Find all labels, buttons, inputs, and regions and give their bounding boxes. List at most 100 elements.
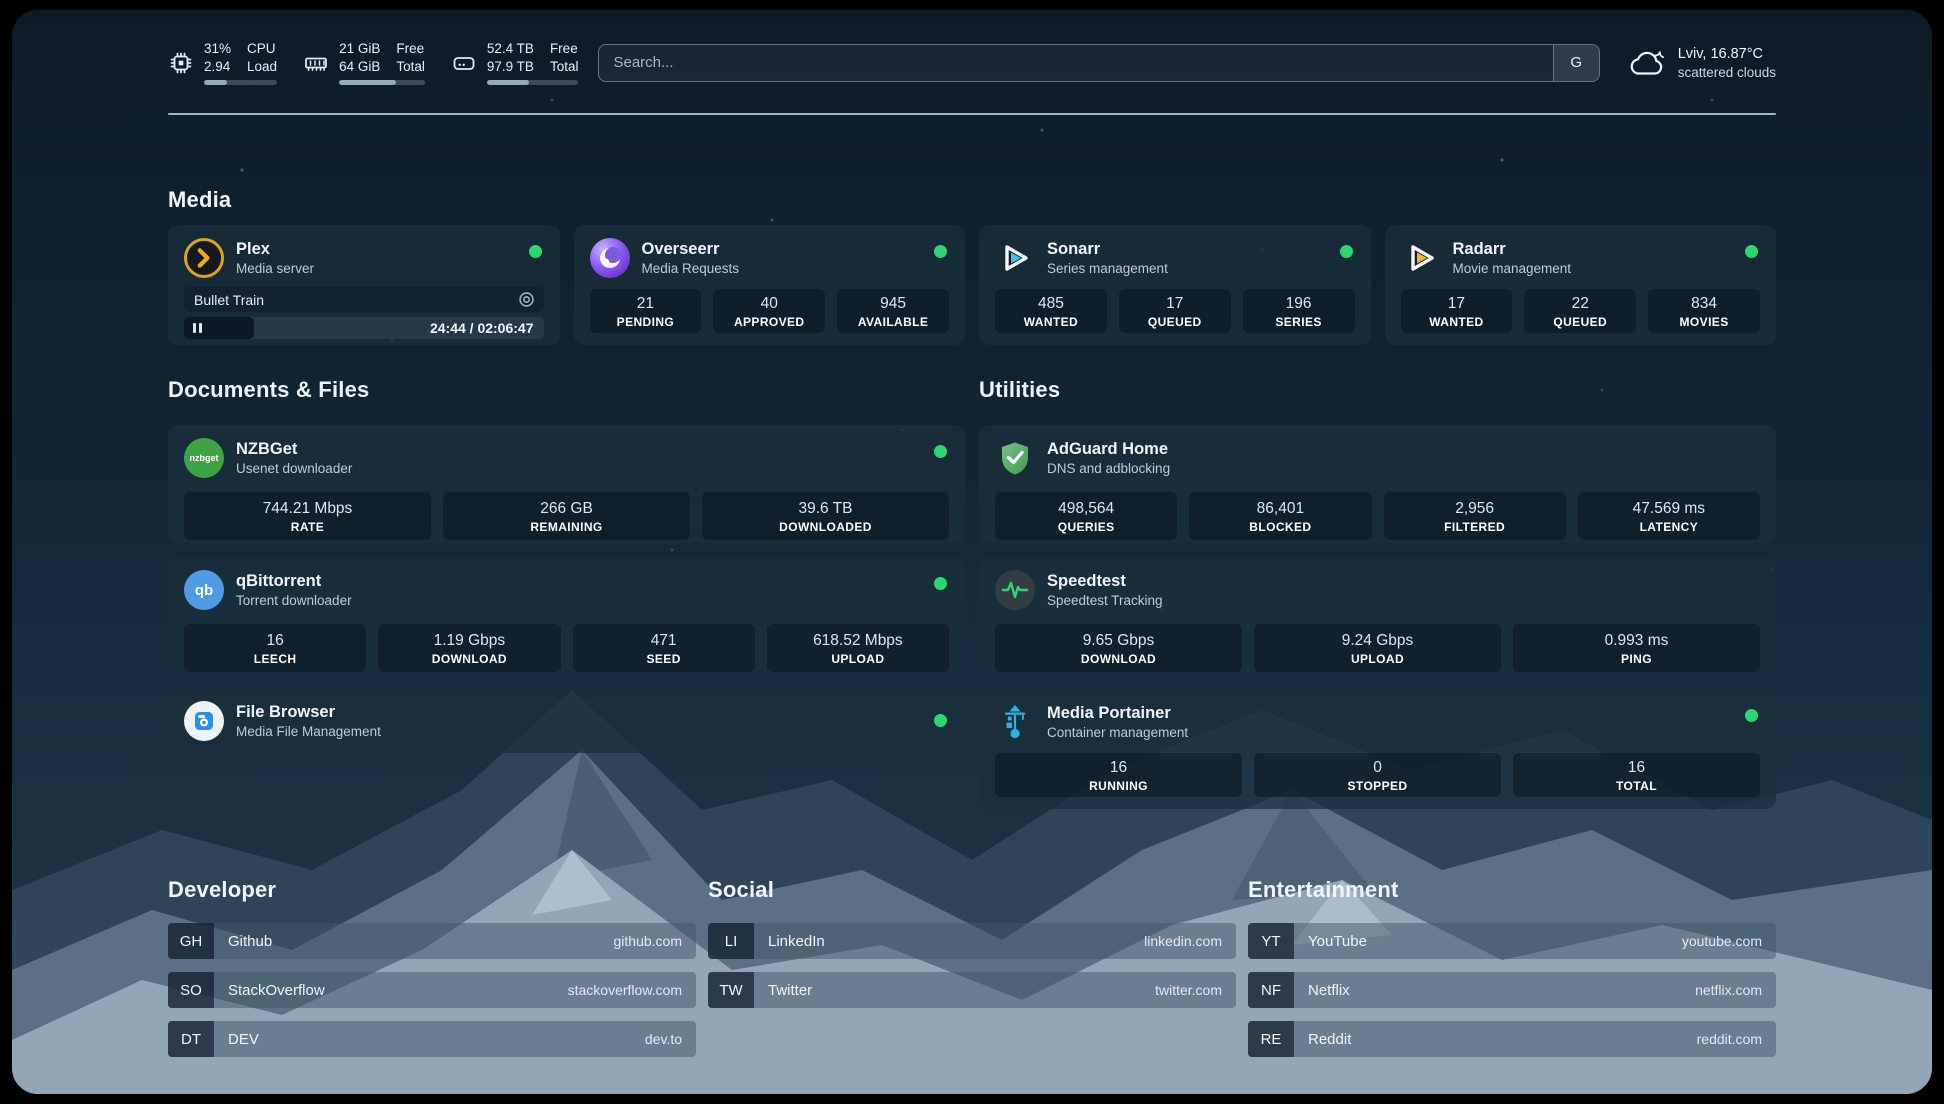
- stat-blocked: 86,401 BLOCKED: [1189, 492, 1371, 540]
- header-bar: 31% 2.94 CPU Load: [168, 10, 1776, 85]
- app-title: Media Portainer: [1047, 703, 1188, 724]
- radarr-icon: [1401, 238, 1441, 278]
- cpu-progress-fill: [204, 80, 227, 85]
- adguard-icon: [995, 438, 1035, 478]
- qbittorrent-icon: qb: [184, 570, 224, 610]
- app-title: Sonarr: [1047, 239, 1168, 260]
- memory-total-value: 64 GiB: [339, 58, 380, 76]
- bookmark-linkedin[interactable]: LI LinkedIn linkedin.com: [708, 923, 1236, 959]
- disk-icon: [451, 50, 477, 76]
- stat-upload: 9.24 Gbps UPLOAD: [1254, 624, 1501, 672]
- disk-total-value: 97.9 TB: [487, 58, 534, 76]
- stat-queued: 22 QUEUED: [1524, 289, 1636, 333]
- search-engine-button[interactable]: G: [1553, 45, 1599, 81]
- cpu-label: CPU: [247, 40, 277, 58]
- app-subtitle: Series management: [1047, 261, 1168, 278]
- memory-icon: [303, 50, 329, 76]
- stat-wanted: 485 WANTED: [995, 289, 1107, 333]
- stat-ping: 0.993 ms PING: [1513, 624, 1760, 672]
- app-subtitle: Movie management: [1453, 261, 1572, 278]
- stat-download: 1.19 Gbps DOWNLOAD: [378, 624, 560, 672]
- stat-movies: 834 MOVIES: [1648, 289, 1760, 333]
- disk-total-label: Total: [550, 58, 579, 76]
- bookmark-github[interactable]: GH Github github.com: [168, 923, 696, 959]
- app-card-portainer[interactable]: Media Portainer Container management 16 …: [979, 689, 1776, 809]
- weather-widget: Lviv, 16.87°C scattered clouds: [1626, 44, 1776, 82]
- search-bar: G: [598, 44, 1599, 82]
- section-title-media: Media: [168, 187, 1776, 213]
- stat-stopped: 0 STOPPED: [1254, 753, 1501, 797]
- app-subtitle: Usenet downloader: [236, 461, 352, 478]
- app-card-filebrowser[interactable]: File Browser Media File Management: [168, 689, 965, 753]
- bookmark-reddit[interactable]: RE Reddit reddit.com: [1248, 1021, 1776, 1057]
- stat-pending: 21 PENDING: [590, 289, 702, 333]
- bookmark-dev[interactable]: DT DEV dev.to: [168, 1021, 696, 1057]
- app-card-qbittorrent[interactable]: qb qBittorrent Torrent downloader 16 LEE…: [168, 557, 965, 675]
- bookmarks-entertainment: Entertainment YT YouTube youtube.com NF …: [1248, 877, 1776, 1070]
- session-icon: [518, 291, 535, 308]
- stat-downloaded: 39.6 TB DOWNLOADED: [702, 492, 949, 540]
- disk-progress-fill: [487, 80, 529, 85]
- cpu-progressbar: [204, 80, 277, 85]
- app-card-adguard[interactable]: AdGuard Home DNS and adblocking 498,564 …: [979, 425, 1776, 543]
- bookmark-stackoverflow[interactable]: SO StackOverflow stackoverflow.com: [168, 972, 696, 1008]
- app-title: NZBGet: [236, 439, 352, 460]
- stat-filtered: 2,956 FILTERED: [1384, 492, 1566, 540]
- app-title: Speedtest: [1047, 571, 1163, 592]
- utilities-column: Utilities: [979, 377, 1776, 809]
- portainer-icon: [995, 702, 1035, 742]
- memory-free-value: 21 GiB: [339, 40, 380, 58]
- cloud-icon: [1626, 46, 1668, 80]
- cpu-icon: [168, 50, 194, 76]
- plex-now-playing: Bullet Train 24:44 / 02:06:47: [184, 287, 544, 339]
- app-title: qBittorrent: [236, 571, 352, 592]
- stat-download: 9.65 Gbps DOWNLOAD: [995, 624, 1242, 672]
- bookmark-twitter[interactable]: TW Twitter twitter.com: [708, 972, 1236, 1008]
- playback-progressbar: 24:44 / 02:06:47: [184, 317, 544, 339]
- app-card-sonarr[interactable]: Sonarr Series management 485 WANTED 17 Q…: [979, 225, 1371, 345]
- playback-time: 24:44 / 02:06:47: [430, 317, 534, 339]
- search-input[interactable]: [599, 45, 1552, 81]
- app-title: AdGuard Home: [1047, 439, 1170, 460]
- app-subtitle: Media server: [236, 261, 314, 278]
- app-card-speedtest[interactable]: Speedtest Speedtest Tracking 9.65 Gbps D…: [979, 557, 1776, 675]
- app-subtitle: Media Requests: [642, 261, 740, 278]
- now-playing-title: Bullet Train: [194, 292, 264, 308]
- bookmark-netflix[interactable]: NF Netflix netflix.com: [1248, 972, 1776, 1008]
- weather-condition: scattered clouds: [1678, 64, 1776, 82]
- app-subtitle: Container management: [1047, 725, 1188, 742]
- app-subtitle: Speedtest Tracking: [1047, 593, 1163, 610]
- stat-seed: 471 SEED: [573, 624, 755, 672]
- app-title: Overseerr: [642, 239, 740, 260]
- pause-icon: [193, 323, 196, 333]
- app-card-plex[interactable]: Plex Media server Bullet Train: [168, 225, 560, 345]
- app-title: File Browser: [236, 702, 381, 723]
- status-dot: [1340, 245, 1353, 258]
- stat-latency: 47.569 ms LATENCY: [1578, 492, 1760, 540]
- cpu-percent: 31%: [204, 40, 231, 58]
- stat-queries: 498,564 QUERIES: [995, 492, 1177, 540]
- app-card-overseerr[interactable]: Overseerr Media Requests 21 PENDING 40 A…: [574, 225, 966, 345]
- section-title-developer: Developer: [168, 877, 696, 903]
- app-card-nzbget[interactable]: nzbget NZBGet Usenet downloader 744.21 M…: [168, 425, 965, 543]
- stat-leech: 16 LEECH: [184, 624, 366, 672]
- weather-location-temp: Lviv, 16.87°C: [1678, 44, 1776, 64]
- stat-total: 16 TOTAL: [1513, 753, 1760, 797]
- memory-widget: 21 GiB 64 GiB Free Total: [303, 40, 425, 85]
- dashboard-window: 31% 2.94 CPU Load: [12, 10, 1932, 1094]
- section-title-social: Social: [708, 877, 1236, 903]
- media-card-grid: Plex Media server Bullet Train: [168, 225, 1776, 345]
- stat-running: 16 RUNNING: [995, 753, 1242, 797]
- system-stats: 31% 2.94 CPU Load: [168, 40, 578, 85]
- cpu-load-label: Load: [247, 58, 277, 76]
- app-card-radarr[interactable]: Radarr Movie management 17 WANTED 22 QUE…: [1385, 225, 1777, 345]
- bookmarks-social: Social LI LinkedIn linkedin.com TW Twitt…: [708, 877, 1236, 1021]
- app-title: Plex: [236, 239, 314, 260]
- status-dot: [529, 245, 542, 258]
- disk-progressbar: [487, 80, 579, 85]
- memory-free-label: Free: [396, 40, 425, 58]
- app-subtitle: DNS and adblocking: [1047, 461, 1170, 478]
- playback-progress-fill: [184, 317, 254, 339]
- stat-remaining: 266 GB REMAINING: [443, 492, 690, 540]
- bookmark-youtube[interactable]: YT YouTube youtube.com: [1248, 923, 1776, 959]
